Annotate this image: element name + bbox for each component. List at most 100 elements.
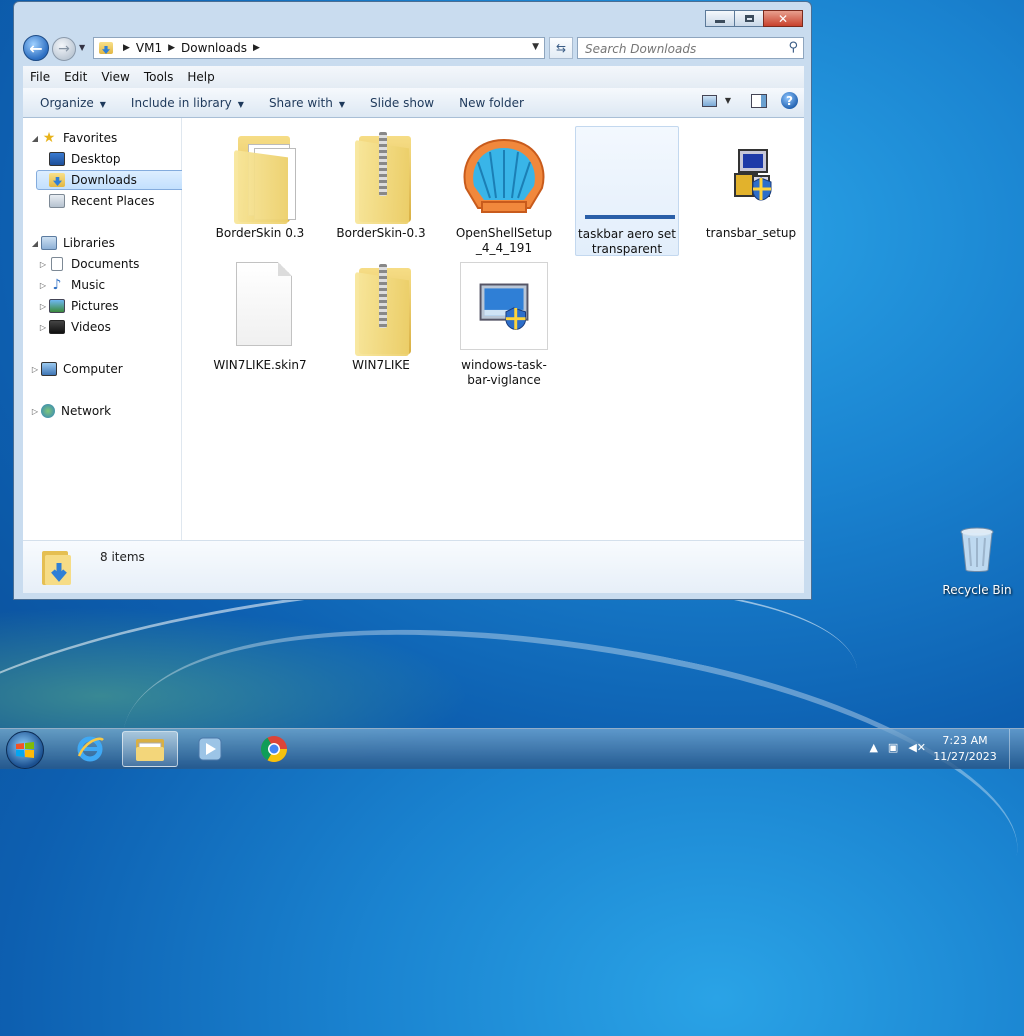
menu-tools[interactable]: Tools <box>137 70 181 84</box>
nav-network-label: Network <box>61 404 112 418</box>
clock-date: 11/27/2023 <box>933 750 997 763</box>
nav-favorites[interactable]: ◢ ★ Favorites <box>29 128 117 148</box>
nav-computer[interactable]: ▷ Computer <box>29 359 123 379</box>
file-item-win7like-skin[interactable]: WIN7LIKE.skin7 <box>208 258 312 373</box>
open-shell-icon <box>456 126 552 222</box>
search-input[interactable] <box>583 39 787 59</box>
chevron-down-icon: ▼ <box>338 99 345 109</box>
file-item-win7like-zip[interactable]: WIN7LIKE <box>329 258 433 373</box>
recent-places-icon <box>49 194 65 208</box>
file-item-openshellsetup[interactable]: OpenShellSetup_4_4_191 <box>452 126 556 256</box>
slide-show-button[interactable]: Slide show <box>362 96 442 110</box>
menu-edit[interactable]: Edit <box>57 70 94 84</box>
menu-help[interactable]: Help <box>180 70 221 84</box>
nav-favorites-label: Favorites <box>63 131 118 145</box>
recycle-bin[interactable]: Recycle Bin <box>942 526 1012 597</box>
nav-network[interactable]: ▷ Network <box>29 401 111 421</box>
start-button[interactable] <box>6 731 44 769</box>
menu-bar: File Edit View Tools Help <box>23 66 804 89</box>
forward-button[interactable]: → <box>52 37 76 61</box>
menu-file[interactable]: File <box>23 70 57 84</box>
nav-desktop[interactable]: Desktop <box>49 149 121 169</box>
preview-pane-icon[interactable] <box>751 93 767 108</box>
search-box[interactable]: ⚲ <box>577 37 804 59</box>
chevron-right-icon[interactable]: ▶ <box>168 43 175 53</box>
nav-pictures[interactable]: ▷ Pictures <box>37 296 119 316</box>
nav-libraries[interactable]: ◢ Libraries <box>29 233 115 253</box>
show-hidden-icons-icon[interactable]: ▲ <box>869 741 877 754</box>
taskbar-internet-explorer[interactable] <box>62 731 118 767</box>
help-icon[interactable]: ? <box>781 92 798 109</box>
menu-view[interactable]: View <box>94 70 136 84</box>
minimize-button[interactable] <box>705 10 735 27</box>
windows-logo-icon <box>16 742 34 758</box>
nav-documents-label: Documents <box>71 257 140 271</box>
file-item-transbar-setup[interactable]: transbar_setup <box>699 126 803 241</box>
nav-downloads[interactable]: Downloads <box>36 170 192 190</box>
breadcrumb-downloads[interactable]: Downloads <box>181 41 247 55</box>
expand-icon[interactable]: ▷ <box>29 365 41 374</box>
expand-icon[interactable]: ▷ <box>37 281 49 290</box>
search-icon[interactable]: ⚲ <box>788 40 798 55</box>
nav-recent-places[interactable]: Recent Places <box>49 191 154 211</box>
caption-buttons: ✕ <box>705 10 803 27</box>
documents-icon <box>51 257 63 271</box>
address-bar[interactable]: ▶ VM1 ▶ Downloads ▶ ▼ <box>93 37 545 59</box>
taskbar-chrome[interactable] <box>246 731 302 767</box>
new-folder-button[interactable]: New folder <box>451 96 532 110</box>
file-name: BorderSkin-0.3 <box>336 226 426 240</box>
file-name: WIN7LIKE.skin7 <box>213 358 307 372</box>
share-with-button[interactable]: Share with ▼ <box>261 96 353 110</box>
expand-icon[interactable]: ▷ <box>37 323 49 332</box>
nav-music[interactable]: ▷ ♪ Music <box>37 275 105 295</box>
videos-icon <box>49 320 65 334</box>
collapse-icon[interactable]: ◢ <box>29 239 41 248</box>
file-name: transbar_setup <box>705 226 797 240</box>
file-item-bordershkin-zip[interactable]: BorderSkin-0.3 <box>329 126 433 241</box>
volume-muted-icon[interactable]: ◀✕ <box>908 741 926 754</box>
nav-libraries-label: Libraries <box>63 236 115 250</box>
zip-folder-icon <box>333 126 429 224</box>
close-button[interactable]: ✕ <box>763 10 803 27</box>
recent-pages-dropdown[interactable]: ▼ <box>79 43 85 52</box>
desktop-icon <box>49 152 65 166</box>
show-desktop-button[interactable] <box>1009 729 1024 769</box>
network-tray-icon[interactable]: ▣ <box>888 741 898 754</box>
chevron-right-icon[interactable]: ▶ <box>253 43 260 53</box>
taskbar-windows-explorer[interactable] <box>122 731 178 767</box>
chevron-down-icon: ▼ <box>99 99 106 109</box>
include-in-library-button[interactable]: Include in library ▼ <box>123 96 252 110</box>
clock[interactable]: 7:23 AM 11/27/2023 <box>930 733 1000 765</box>
expand-icon[interactable]: ▷ <box>29 407 41 416</box>
expand-icon[interactable]: ▷ <box>37 260 49 269</box>
nav-downloads-label: Downloads <box>71 173 137 187</box>
navigation-row: ← → ▼ ▶ VM1 ▶ Downloads ▶ ▼ ⇆ ⚲ <box>22 34 804 62</box>
address-dropdown-icon[interactable]: ▼ <box>532 42 539 52</box>
zip-folder-icon <box>333 258 429 356</box>
nav-documents[interactable]: ▷ Documents <box>37 254 139 274</box>
taskbar: ▲ ▣ ◀✕ 7:23 AM 11/27/2023 <box>0 728 1024 769</box>
file-item-taskbar-aero[interactable]: taskbar aero set transparent <box>575 126 679 256</box>
organize-button[interactable]: Organize ▼ <box>32 96 114 110</box>
change-view-icon[interactable] <box>701 94 717 107</box>
taskbar-media-player[interactable] <box>182 731 238 767</box>
item-count: 8 items <box>100 550 145 564</box>
file-list: BorderSkin 0.3 BorderSkin-0.3 OpenShellS… <box>182 118 804 540</box>
view-dropdown-icon[interactable]: ▼ <box>725 96 731 105</box>
refresh-button[interactable]: ⇆ <box>549 37 573 59</box>
pictures-icon <box>49 299 65 313</box>
file-item-bordershkin-folder[interactable]: BorderSkin 0.3 <box>208 126 312 241</box>
chrome-icon <box>260 736 288 763</box>
nav-computer-label: Computer <box>63 362 123 376</box>
nav-videos[interactable]: ▷ Videos <box>37 317 111 337</box>
collapse-icon[interactable]: ◢ <box>29 134 41 143</box>
file-item-windows-task-bar-viglance[interactable]: windows-task-bar-viglance <box>452 258 556 388</box>
command-bar-right: ▼ ? <box>701 92 798 109</box>
chevron-right-icon[interactable]: ▶ <box>123 43 130 53</box>
maximize-button[interactable] <box>734 10 764 27</box>
breadcrumb-vm1[interactable]: VM1 <box>136 41 162 55</box>
back-button[interactable]: ← <box>23 35 49 61</box>
nav-pictures-label: Pictures <box>71 299 119 313</box>
expand-icon[interactable]: ▷ <box>37 302 49 311</box>
file-name: WIN7LIKE <box>352 358 410 372</box>
